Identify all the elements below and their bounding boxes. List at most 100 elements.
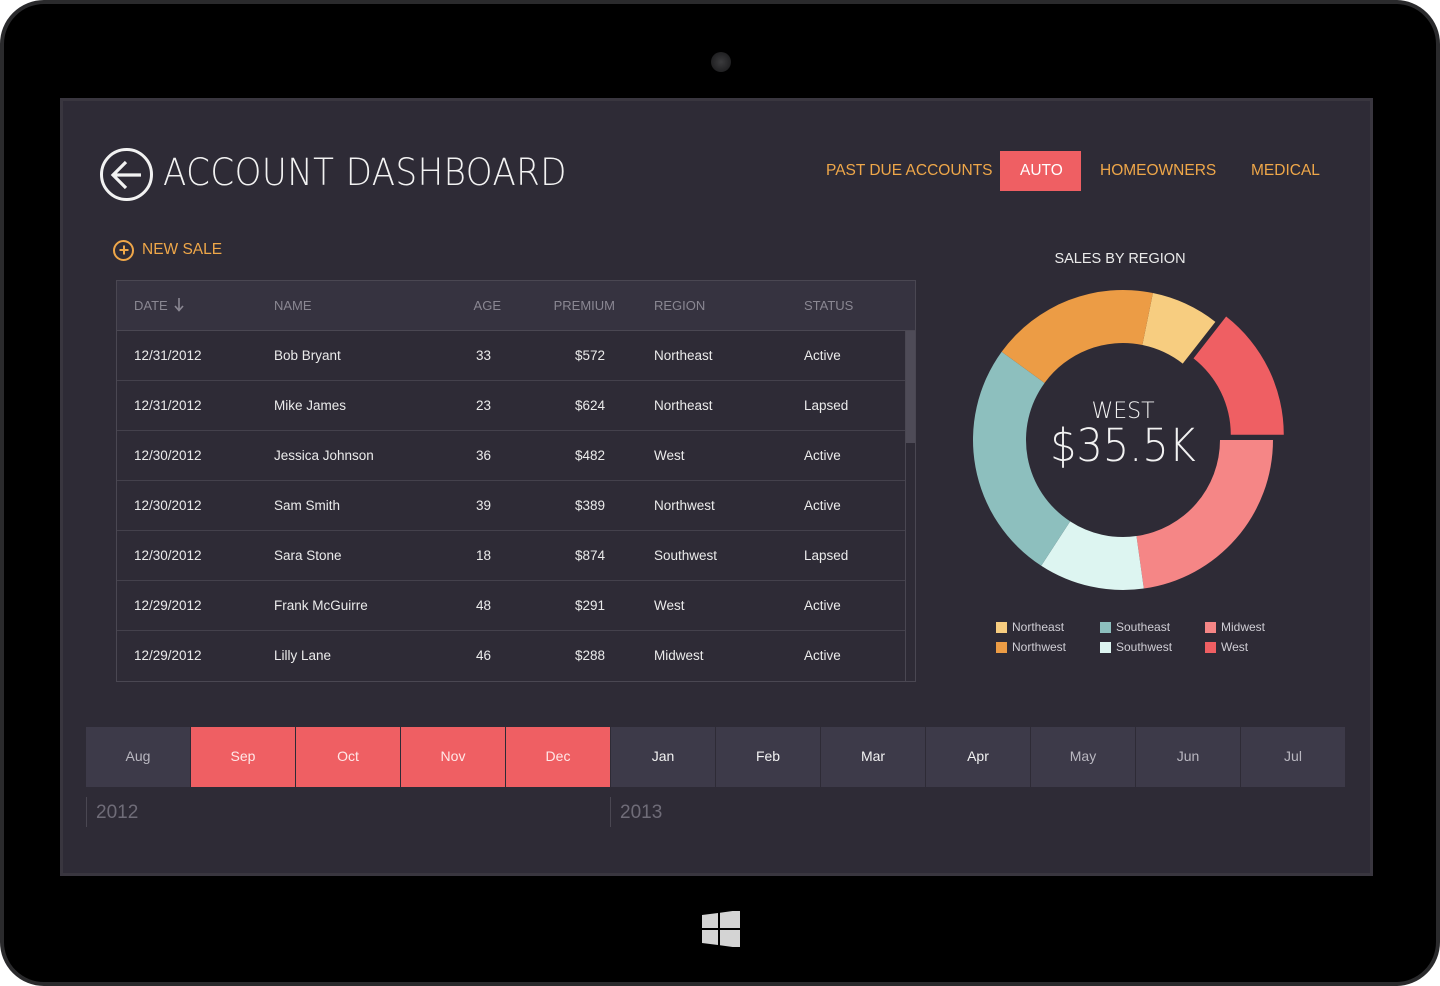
legend-item-northeast: Northeast [996, 620, 1064, 634]
new-sale-button[interactable]: NEW SALE [113, 238, 222, 262]
column-header-age[interactable]: AGE [474, 298, 501, 313]
cell-status: Active [804, 448, 841, 463]
cell-date: 12/29/2012 [134, 648, 202, 663]
category-nav: PAST DUE ACCOUNTS AUTO HOMEOWNERS MEDICA… [63, 151, 1370, 191]
month-oct[interactable]: Oct [296, 727, 400, 787]
cell-region: Southwest [654, 548, 718, 563]
legend-item-west: West [1205, 640, 1248, 654]
month-aug[interactable]: Aug [86, 727, 190, 787]
legend-swatch [1100, 621, 1111, 633]
cell-premium: $482 [574, 448, 605, 463]
chart-title: SALES BY REGION [1054, 251, 1186, 267]
cell-premium: $288 [574, 648, 605, 663]
legend-label: Northwest [1012, 640, 1067, 654]
accounts-table: DATE NAME AGE PREMIUM REGION STATUS 12/3… [116, 280, 916, 682]
legend-label: Midwest [1221, 620, 1266, 634]
legend-item-southwest: Southwest [1100, 640, 1172, 654]
cell-name: Jessica Johnson [274, 448, 374, 463]
legend-swatch [996, 641, 1007, 653]
cell-age: 33 [475, 348, 491, 363]
table-row[interactable]: 12/30/2012 Sara Stone 18 $874 Southwest … [117, 531, 905, 581]
plus-circle-icon [113, 239, 134, 261]
cell-age: 36 [475, 448, 491, 463]
legend-swatch [996, 621, 1007, 633]
scrollbar-thumb[interactable] [906, 331, 915, 443]
legend-swatch [1205, 621, 1216, 633]
column-header-premium[interactable]: PREMIUM [554, 298, 615, 313]
cell-name: Sara Stone [274, 548, 342, 563]
month-sep[interactable]: Sep [191, 727, 295, 787]
cell-premium: $624 [574, 398, 605, 413]
column-header-date-label: DATE [134, 298, 168, 313]
cell-name: Sam Smith [274, 498, 341, 513]
table-row[interactable]: 12/31/2012 Bob Bryant 33 $572 Northeast … [117, 331, 905, 381]
legend-swatch [1100, 641, 1111, 653]
month-apr[interactable]: Apr [926, 727, 1030, 787]
table-row[interactable]: 12/29/2012 Lilly Lane 46 $288 Midwest Ac… [117, 631, 905, 681]
cell-age: 48 [475, 598, 491, 613]
cell-date: 12/30/2012 [134, 548, 202, 563]
month-jul[interactable]: Jul [1241, 727, 1345, 787]
month-jan[interactable]: Jan [611, 727, 715, 787]
cell-name: Mike James [274, 398, 347, 413]
cell-status: Lapsed [804, 548, 849, 563]
cell-premium: $874 [574, 548, 605, 563]
cell-premium: $389 [574, 498, 605, 513]
month-nov[interactable]: Nov [401, 727, 505, 787]
month-dec[interactable]: Dec [506, 727, 610, 787]
column-header-region[interactable]: REGION [654, 298, 705, 313]
cell-name: Frank McGuirre [274, 598, 368, 613]
cell-date: 12/30/2012 [134, 498, 202, 513]
table-row[interactable]: 12/30/2012 Sam Smith 39 $389 Northwest A… [117, 481, 905, 531]
month-mar[interactable]: Mar [821, 727, 925, 787]
column-header-name[interactable]: NAME [274, 298, 312, 313]
cell-region: Northeast [654, 348, 713, 363]
year-label-2013: 2013 [610, 797, 662, 827]
cell-name: Bob Bryant [274, 348, 341, 363]
cell-date: 12/30/2012 [134, 448, 202, 463]
column-header-date[interactable]: DATE [134, 298, 184, 313]
table-header: DATE NAME AGE PREMIUM REGION STATUS [117, 281, 915, 331]
table-row[interactable]: 12/29/2012 Frank McGuirre 48 $291 West A… [117, 581, 905, 631]
tab-auto[interactable]: AUTO [1000, 151, 1081, 191]
table-row[interactable]: 12/30/2012 Jessica Johnson 36 $482 West … [117, 431, 905, 481]
cell-date: 12/29/2012 [134, 598, 202, 613]
cell-premium: $572 [574, 348, 605, 363]
month-jun[interactable]: Jun [1136, 727, 1240, 787]
month-feb[interactable]: Feb [716, 727, 820, 787]
legend-item-northwest: Northwest [996, 640, 1066, 654]
sort-descending-icon [174, 298, 184, 312]
column-header-status[interactable]: STATUS [804, 298, 853, 313]
cell-date: 12/31/2012 [134, 398, 202, 413]
tab-past-due-accounts[interactable]: PAST DUE ACCOUNTS [806, 151, 1013, 191]
cell-date: 12/31/2012 [134, 348, 202, 363]
legend-label: West [1221, 640, 1249, 654]
cell-status: Active [804, 598, 841, 613]
legend-swatch [1205, 641, 1216, 653]
cell-age: 46 [475, 648, 491, 663]
month-timeline: Aug Sep Oct Nov Dec Jan Feb Mar Apr May Jun Jul [86, 727, 1346, 787]
legend-label: Southeast [1116, 620, 1171, 634]
legend-item-southeast: Southeast [1100, 620, 1170, 634]
month-may[interactable]: May [1031, 727, 1135, 787]
table-row[interactable]: 12/31/2012 Mike James 23 $624 Northeast … [117, 381, 905, 431]
cell-age: 23 [475, 398, 491, 413]
cell-age: 18 [475, 548, 491, 563]
tab-homeowners[interactable]: HOMEOWNERS [1080, 151, 1236, 191]
legend-label: Northeast [1012, 620, 1065, 634]
windows-logo-icon [702, 911, 740, 947]
camera-icon [711, 52, 731, 72]
cell-region: Northeast [654, 398, 713, 413]
donut-center-value: $35.5K [1050, 419, 1196, 472]
cell-status: Active [804, 498, 841, 513]
year-label-2012: 2012 [86, 797, 138, 827]
cell-region: Midwest [654, 648, 704, 663]
cell-name: Lilly Lane [274, 648, 332, 663]
table-scrollbar[interactable] [905, 331, 915, 681]
legend-item-midwest: Midwest [1205, 620, 1265, 634]
cell-premium: $291 [574, 598, 605, 613]
cell-region: West [654, 448, 685, 463]
tab-medical[interactable]: MEDICAL [1231, 151, 1340, 191]
cell-status: Lapsed [804, 398, 849, 413]
cell-status: Active [804, 648, 841, 663]
